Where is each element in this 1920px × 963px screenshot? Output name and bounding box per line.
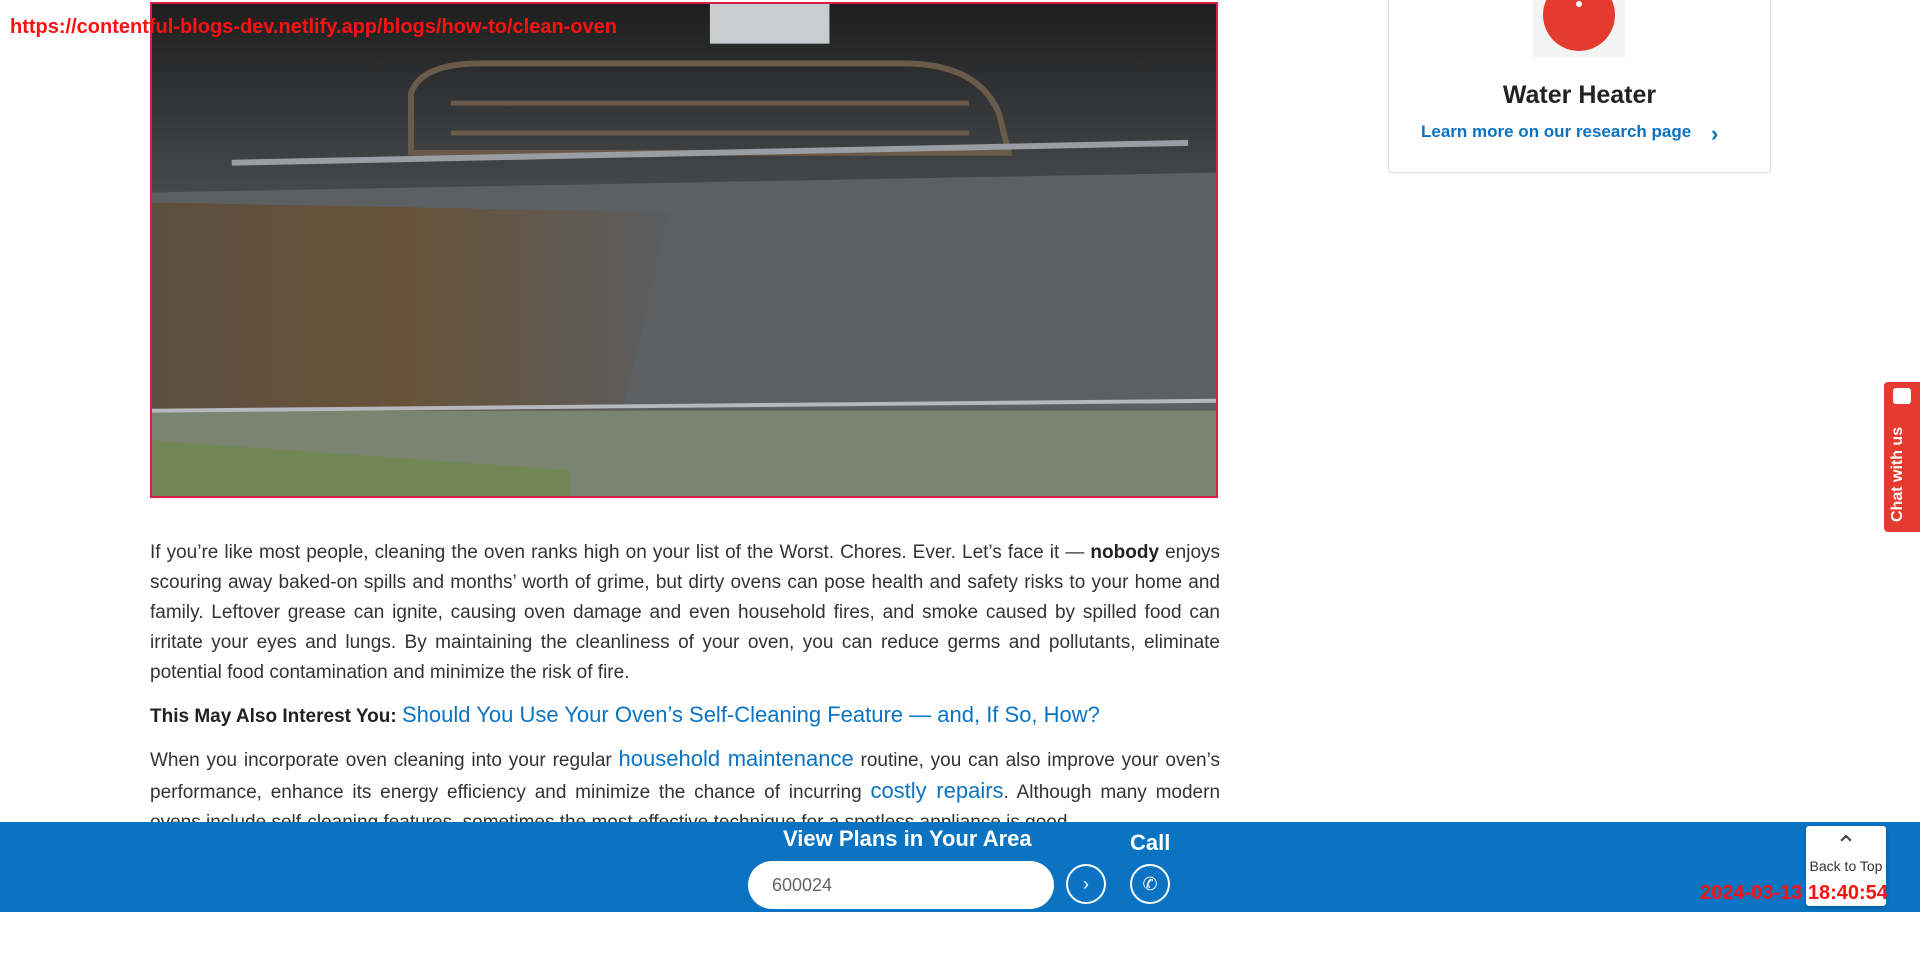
- self-cleaning-link[interactable]: Should You Use Your Oven’s Self-Cleaning…: [402, 702, 1100, 727]
- card-title: Water Heater: [1502, 81, 1657, 109]
- phone-icon: ✆: [1142, 873, 1158, 894]
- back-to-top-label: Back to Top: [1809, 858, 1883, 874]
- interest-label: This May Also Interest You:: [150, 706, 402, 727]
- maintenance-text-start: When you incorporate oven cleaning into …: [150, 750, 619, 771]
- submit-zip-button[interactable]: ›: [1066, 864, 1106, 904]
- household-maintenance-link[interactable]: household maintenance: [619, 746, 854, 771]
- intro-text-start: If you’re like most people, cleaning the…: [150, 542, 1091, 563]
- oven-interior-image: [152, 4, 1216, 496]
- research-page-link[interactable]: Learn more on our research page: [1421, 122, 1691, 142]
- timestamp-overlay: 2024-03-13 18:40:54: [1700, 882, 1888, 904]
- chevron-up-icon: ⌃: [1835, 830, 1857, 860]
- chevron-right-icon: ›: [1083, 873, 1089, 894]
- article-body: If you’re like most people, cleaning the…: [150, 538, 1220, 850]
- water-heater-icon: [1543, 0, 1615, 51]
- water-heater-card[interactable]: Water Heater Learn more on our research …: [1388, 0, 1771, 173]
- oven-hero-image: [150, 2, 1218, 498]
- intro-text-end: enjoys scouring away baked-on spills and…: [150, 542, 1221, 683]
- call-label: Call: [1130, 830, 1171, 855]
- chat-bubble-icon: [1893, 388, 1911, 404]
- call-button[interactable]: ✆: [1130, 864, 1170, 904]
- zip-code-input[interactable]: [748, 861, 1054, 909]
- chat-with-us-tab[interactable]: Chat with us: [1884, 382, 1920, 532]
- paragraph-intro: If you’re like most people, cleaning the…: [150, 538, 1220, 688]
- chevron-right-icon[interactable]: ›: [1711, 121, 1718, 147]
- water-heater-icon-wrap: [1533, 0, 1625, 57]
- interest-paragraph: This May Also Interest You: Should You U…: [150, 700, 1220, 732]
- sticky-footer: View Plans in Your Area › Call ✆: [0, 822, 1920, 912]
- intro-bold: nobody: [1090, 542, 1160, 563]
- url-overlay: https://contentful-blogs-dev.netlify.app…: [10, 16, 618, 38]
- chat-label: Chat with us: [1889, 426, 1906, 522]
- view-plans-label: View Plans in Your Area: [783, 826, 1032, 851]
- costly-repairs-link[interactable]: costly repairs: [870, 778, 1003, 803]
